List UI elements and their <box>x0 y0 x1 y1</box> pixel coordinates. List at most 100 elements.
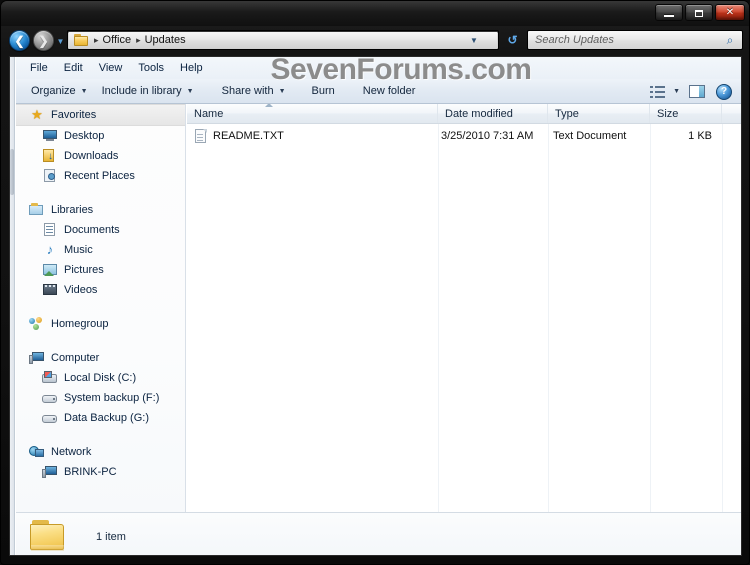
status-bar: 1 item <box>16 512 741 555</box>
sidebar-item-downloads[interactable]: ↓ Downloads <box>16 146 185 166</box>
sidebar-item-computer[interactable]: Computer <box>16 348 185 368</box>
minimize-icon <box>664 15 674 17</box>
file-list-pane[interactable]: Name Date modified Type Size README.TXT … <box>187 104 741 512</box>
breadcrumb[interactable]: ▸ Office ▸ Updates ▼ <box>69 32 497 48</box>
toolbar-share-label: Share with <box>221 85 274 97</box>
explorer-window: ✕ ❮ ❯ ▼ ▸ Office ▸ Updates ▼ ↺ Search Up… <box>0 0 750 565</box>
sidebar-item-music[interactable]: ♪ Music <box>16 240 185 260</box>
file-type-cell: Text Document <box>553 130 627 142</box>
toolbar-burn-label: Burn <box>311 85 335 97</box>
sidebar-item-homegroup[interactable]: Homegroup <box>16 314 185 334</box>
preview-pane-icon[interactable] <box>689 85 705 98</box>
column-header-size[interactable]: Size <box>650 104 722 123</box>
toolbar-right-group: ▼ ? <box>650 79 736 104</box>
sidebar-item-documents[interactable]: Documents <box>16 220 185 240</box>
nav-group-computer: Computer Local Disk (C:) System backup (… <box>16 348 185 428</box>
change-view-icon[interactable] <box>650 85 666 99</box>
forward-arrow-icon: ❯ <box>38 33 49 48</box>
vertical-scrollbar[interactable] <box>10 57 15 555</box>
address-dropdown-icon[interactable]: ▼ <box>467 32 481 48</box>
sidebar-item-label: Documents <box>64 224 120 236</box>
star-icon: ★ <box>31 107 43 122</box>
sidebar-item-network[interactable]: Network <box>16 442 185 462</box>
sidebar-item-label: Recent Places <box>64 170 135 182</box>
library-icon <box>29 203 45 217</box>
toolbar-organize[interactable]: Organize ▼ <box>24 82 95 100</box>
back-arrow-icon: ❮ <box>14 33 25 48</box>
sidebar-item-local-disk-c[interactable]: Local Disk (C:) <box>16 368 185 388</box>
chevron-down-icon: ▼ <box>80 87 88 95</box>
maximize-icon <box>695 10 703 17</box>
view-dropdown-icon[interactable]: ▼ <box>673 88 680 95</box>
column-header-name[interactable]: Name <box>187 104 438 123</box>
sidebar-item-label: Data Backup (G:) <box>64 412 149 424</box>
address-bar[interactable]: ▸ Office ▸ Updates ▼ <box>67 30 499 50</box>
column-header-type[interactable]: Type <box>548 104 650 123</box>
nav-group-favorites: ★ Favorites Desktop ↓ Downloads Recent P… <box>16 104 185 186</box>
forward-button[interactable]: ❯ <box>33 30 54 51</box>
menu-file[interactable]: File <box>22 60 56 76</box>
breadcrumb-separator-2: ▸ <box>136 34 141 45</box>
menu-view[interactable]: View <box>91 60 131 76</box>
document-icon <box>42 223 58 237</box>
toolbar-include-in-library[interactable]: Include in library ▼ <box>95 82 201 100</box>
sidebar-item-label: Videos <box>64 284 98 296</box>
sidebar-item-favorites[interactable]: ★ Favorites <box>16 104 185 126</box>
item-count-text: 1 item <box>96 531 126 543</box>
sidebar-item-videos[interactable]: Videos <box>16 280 185 300</box>
breadcrumb-item-office[interactable]: Office <box>103 34 132 46</box>
sidebar-item-desktop[interactable]: Desktop <box>16 126 185 146</box>
sidebar-item-label: Local Disk (C:) <box>64 372 137 384</box>
nav-group-libraries: Libraries Documents ♪ Music Pictures Vid… <box>16 200 185 300</box>
toolbar-include-label: Include in library <box>101 85 182 97</box>
downloads-icon: ↓ <box>42 149 58 163</box>
sidebar-item-system-backup-f[interactable]: System backup (F:) <box>16 388 185 408</box>
toolbar-new-folder[interactable]: New folder <box>356 82 423 100</box>
recent-pages-dropdown[interactable]: ▼ <box>56 37 65 46</box>
nav-group-homegroup: Homegroup <box>16 314 185 334</box>
toolbar-share-with[interactable]: Share with ▼ <box>215 82 293 100</box>
sidebar-item-pictures[interactable]: Pictures <box>16 260 185 280</box>
address-bar-row: ❮ ❯ ▼ ▸ Office ▸ Updates ▼ ↺ Search Upda… <box>1 26 749 54</box>
sidebar-item-label: Pictures <box>64 264 104 276</box>
sidebar-item-recent-places[interactable]: Recent Places <box>16 166 185 186</box>
sidebar-item-label: Homegroup <box>51 318 109 330</box>
scrollbar-thumb[interactable] <box>10 149 14 195</box>
toolbar-burn[interactable]: Burn <box>305 82 342 100</box>
picture-icon <box>42 263 58 277</box>
column-header-row: Name Date modified Type Size <box>187 104 741 124</box>
back-button[interactable]: ❮ <box>9 30 30 51</box>
file-name: README.TXT <box>213 130 284 142</box>
sidebar-item-data-backup-g[interactable]: Data Backup (G:) <box>16 408 185 428</box>
file-name-cell[interactable]: README.TXT <box>195 126 435 146</box>
search-input[interactable]: Search Updates ⌕ <box>527 30 743 50</box>
menu-edit[interactable]: Edit <box>56 60 91 76</box>
refresh-icon[interactable]: ↺ <box>503 31 522 49</box>
sidebar-item-label: BRINK-PC <box>64 466 117 478</box>
sidebar-item-label: Desktop <box>64 130 105 142</box>
video-icon <box>42 283 58 297</box>
search-icon[interactable]: ⌕ <box>723 33 737 47</box>
breadcrumb-item-updates[interactable]: Updates <box>145 34 186 46</box>
close-button[interactable]: ✕ <box>715 4 745 21</box>
column-header-date-modified[interactable]: Date modified <box>438 104 548 123</box>
breadcrumb-separator-1: ▸ <box>94 34 99 45</box>
sidebar-item-brink-pc[interactable]: BRINK-PC <box>16 462 185 482</box>
maximize-button[interactable] <box>685 4 713 21</box>
column-label: Name <box>194 107 224 120</box>
help-icon[interactable]: ? <box>716 83 732 100</box>
table-row[interactable]: README.TXT 3/25/2010 7:31 AM Text Docume… <box>187 126 741 146</box>
client-area: File Edit View Tools Help Organize ▼ Inc… <box>9 56 742 556</box>
title-bar[interactable] <box>1 1 749 26</box>
minimize-button[interactable] <box>655 4 683 21</box>
monitor-icon <box>42 129 58 143</box>
menu-help[interactable]: Help <box>172 60 211 76</box>
sidebar-item-label: Network <box>51 446 92 458</box>
folder-icon <box>74 34 89 46</box>
sidebar-item-label: Downloads <box>64 150 119 162</box>
menu-tools[interactable]: Tools <box>130 60 172 76</box>
sidebar-item-libraries[interactable]: Libraries <box>16 200 185 220</box>
command-toolbar: Organize ▼ Include in library ▼ Share wi… <box>16 79 741 104</box>
